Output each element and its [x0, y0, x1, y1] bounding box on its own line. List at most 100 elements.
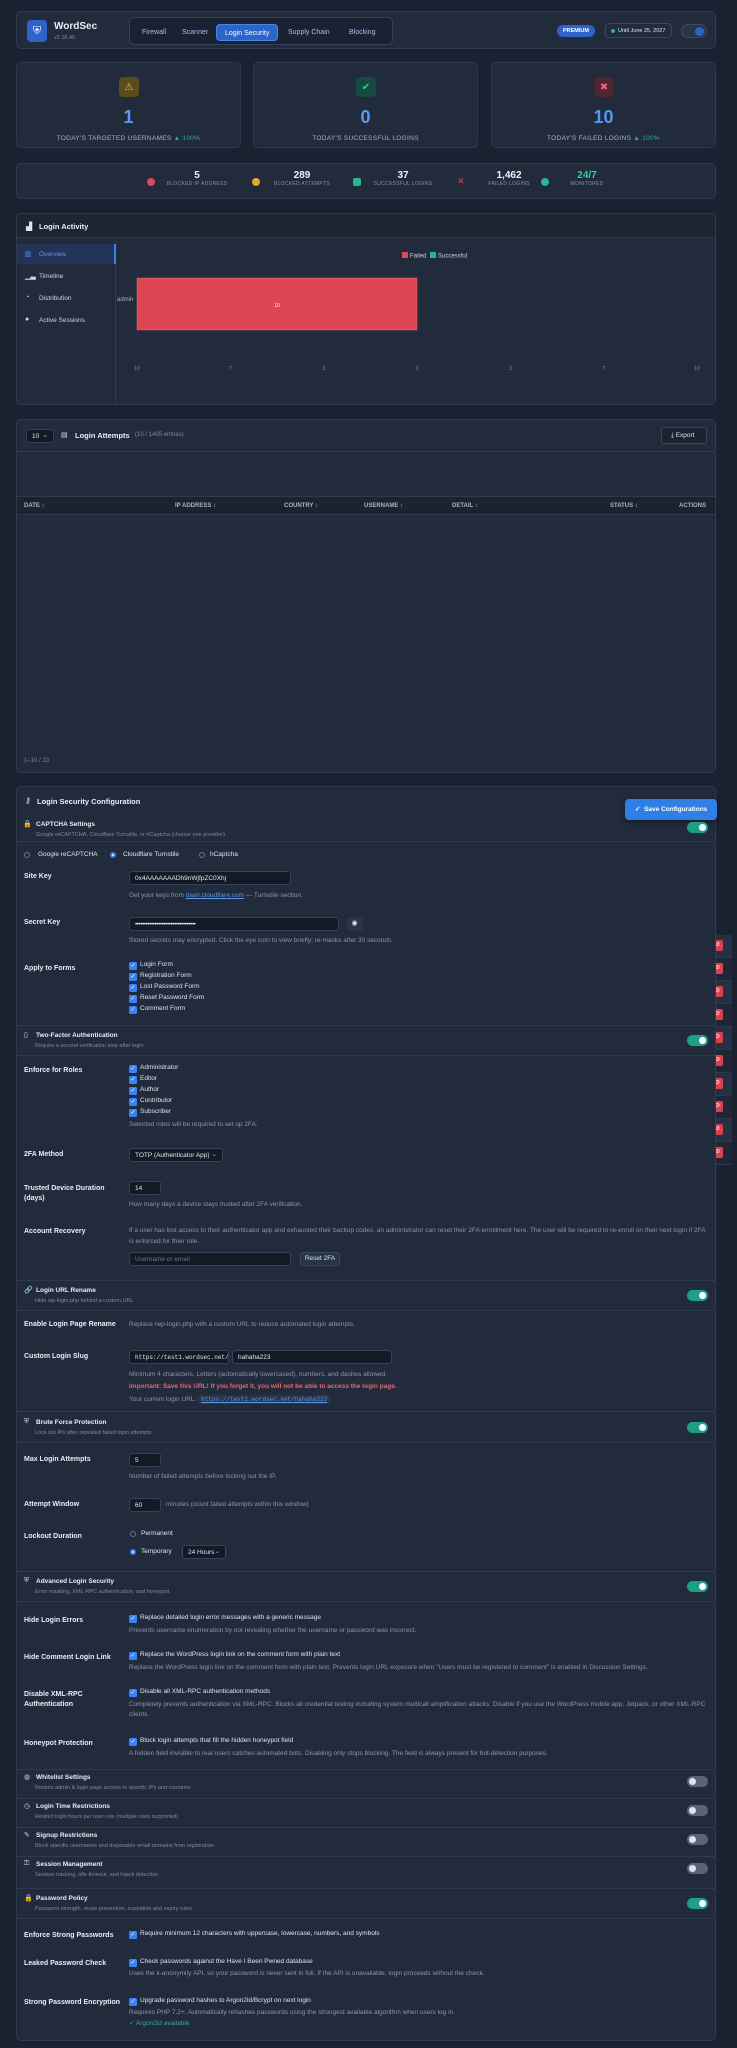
mini-stat-monitored: 24/7 MONITORED: [570, 170, 604, 187]
slug-input[interactable]: hahaha223: [232, 1350, 392, 1364]
x-tick-label: 10: [694, 366, 700, 372]
top-header: ⛨ WordSec v2.16.45 Firewall Scanner Logi…: [16, 11, 716, 49]
activity-header: ▟ Login Activity: [17, 214, 715, 238]
secret-key-input[interactable]: ••••••••••••••••••••••••••••••••••: [129, 917, 339, 931]
nav-active-sessions[interactable]: ● Active Sessions: [17, 310, 116, 330]
secret-key-help: Stored secrets may encrypted. Click the …: [129, 937, 394, 944]
option-checkbox[interactable]: ✓: [129, 1689, 137, 1697]
tab-blocking[interactable]: Blocking: [341, 24, 383, 41]
stat-card-successful: ✔ 0 TODAY'S SUCCESSFUL LOGINS: [253, 62, 478, 148]
nav-overview[interactable]: ▥ Overview: [17, 244, 116, 264]
config-title: Login Security Configuration: [37, 797, 141, 806]
col-country[interactable]: COUNTRY ↕: [284, 503, 318, 509]
stat-value: 1: [123, 107, 134, 127]
tfa-toggle[interactable]: [687, 1035, 708, 1046]
recovery-input[interactable]: Username or email: [129, 1252, 291, 1266]
form-label: Login Form: [140, 961, 173, 968]
theme-toggle[interactable]: [681, 24, 707, 38]
max-attempts-input[interactable]: 5: [129, 1453, 161, 1467]
form-checkbox[interactable]: ✓: [129, 984, 137, 992]
role-checkbox[interactable]: ✓: [129, 1087, 137, 1095]
captcha-toggle[interactable]: [687, 822, 708, 833]
brute-toggle[interactable]: [687, 1422, 708, 1433]
captcha-title: CAPTCHA Settings: [36, 821, 95, 828]
nav-distribution[interactable]: ◔ Distribution: [17, 288, 116, 308]
captcha-sub: Google reCAPTCHA, Cloudflare Turnstile, …: [36, 832, 225, 838]
max-attempts-help: Number of failed attempts before locking…: [129, 1473, 277, 1480]
collapsed-toggle[interactable]: [687, 1834, 708, 1845]
option-check-text: Disable all XML-RPC authentication metho…: [140, 1688, 271, 1695]
option-checkbox[interactable]: ✓: [129, 1615, 137, 1623]
collapsed-toggle[interactable]: [687, 1805, 708, 1816]
login-url-link[interactable]: https://test1.wordsec.net/hahaha223: [198, 1395, 331, 1404]
export-button[interactable]: ⤓ Export: [661, 427, 707, 444]
per-page-select[interactable]: 10: [26, 429, 54, 443]
download-icon: ⤓: [671, 432, 674, 439]
brute-title: Brute Force Protection: [36, 1419, 107, 1426]
trusted-input[interactable]: 14: [129, 1181, 161, 1195]
stat-card-usernames: ⚠ 1 TODAY'S TARGETED USERNAMES ▲ 100%: [16, 62, 241, 148]
lock-icon: 🔒: [23, 821, 32, 828]
form-checkbox[interactable]: ✓: [129, 973, 137, 981]
reset-2fa-button[interactable]: Reset 2FA: [300, 1252, 340, 1266]
col-status[interactable]: STATUS ↕: [610, 503, 638, 509]
advanced-toggle[interactable]: [687, 1581, 708, 1592]
rename-toggle[interactable]: [687, 1290, 708, 1301]
option-check-text: Require minimum 12 characters with upper…: [140, 1930, 380, 1937]
stat-label: TODAY'S SUCCESSFUL LOGINS: [312, 135, 419, 142]
role-checkbox[interactable]: ✓: [129, 1109, 137, 1117]
form-checkbox[interactable]: ✓: [129, 962, 137, 970]
tab-scanner[interactable]: Scanner: [174, 24, 216, 41]
option-checkbox[interactable]: ✓: [129, 1931, 137, 1939]
x-tick-label: 10: [134, 366, 140, 372]
role-checkbox[interactable]: ✓: [129, 1098, 137, 1106]
radio-temporary[interactable]: [130, 1549, 136, 1555]
divider: [16, 1310, 715, 1311]
roles-label: Enforce for Roles: [24, 1067, 83, 1074]
tab-firewall[interactable]: Firewall: [134, 24, 174, 41]
duration-select[interactable]: 24 Hours: [182, 1545, 226, 1559]
eye-icon[interactable]: ◉: [346, 917, 363, 931]
collapsed-toggle[interactable]: [687, 1776, 708, 1787]
option-label: Hide Comment Login Link: [24, 1654, 111, 1661]
col-ip[interactable]: IP ADDRESS ↕: [175, 503, 216, 509]
col-detail[interactable]: DETAIL ↕: [452, 503, 478, 509]
nav-label: Timeline: [39, 273, 64, 280]
col-date[interactable]: DATE ↕: [24, 503, 45, 509]
captcha-section: 🔒 CAPTCHA Settings Google reCAPTCHA, Clo…: [16, 818, 716, 1025]
col-username[interactable]: USERNAME ↕: [364, 503, 403, 509]
stat-label: TODAY'S TARGETED USERNAMES ▲ 100%: [56, 135, 201, 142]
divider: [16, 1888, 715, 1889]
radio-hcaptcha[interactable]: [199, 852, 205, 858]
site-key-input[interactable]: 0x4AAAAAAADh9nWjfpZC0Xhj: [129, 871, 291, 885]
window-input[interactable]: 60: [129, 1498, 161, 1512]
nav-timeline[interactable]: ▁▃ Timeline: [17, 266, 116, 286]
status-dot-icon: [611, 29, 615, 33]
option-checkbox[interactable]: ✓: [129, 1652, 137, 1660]
radio-google[interactable]: [24, 852, 30, 858]
cloudflare-link[interactable]: dash.cloudflare.com: [186, 892, 244, 899]
lock-icon: 🔒: [24, 1895, 33, 1902]
tab-login-security[interactable]: Login Security: [216, 24, 279, 41]
x-tick-label: 7: [229, 366, 232, 372]
option-checkbox[interactable]: ✓: [129, 1998, 137, 2006]
password-toggle[interactable]: [687, 1898, 708, 1909]
save-configurations-button[interactable]: ✓ Save Configurations: [625, 799, 717, 820]
form-checkbox[interactable]: ✓: [129, 995, 137, 1003]
legend-failed: Failed: [410, 254, 426, 260]
collapsed-title: Login Time Restrictions: [36, 1803, 110, 1810]
option-checkbox[interactable]: ✓: [129, 1959, 137, 1967]
method-select[interactable]: TOTP (Authenticator App): [129, 1148, 223, 1162]
divider: [16, 1280, 715, 1281]
option-checkbox[interactable]: ✓: [129, 1738, 137, 1746]
radio-permanent[interactable]: [130, 1531, 136, 1537]
role-checkbox[interactable]: ✓: [129, 1076, 137, 1084]
collapsed-toggle[interactable]: [687, 1863, 708, 1874]
form-checkbox[interactable]: ✓: [129, 1006, 137, 1014]
radio-cloudflare[interactable]: [110, 852, 116, 858]
role-checkbox[interactable]: ✓: [129, 1065, 137, 1073]
tab-supply-chain[interactable]: Supply Chain: [280, 24, 338, 41]
role-label: Subscriber: [140, 1108, 172, 1115]
option-label: Enforce Strong Passwords: [24, 1932, 114, 1939]
mini-stat-blocked-attempts: 289 BLOCKED ATTEMPTS: [273, 170, 331, 187]
